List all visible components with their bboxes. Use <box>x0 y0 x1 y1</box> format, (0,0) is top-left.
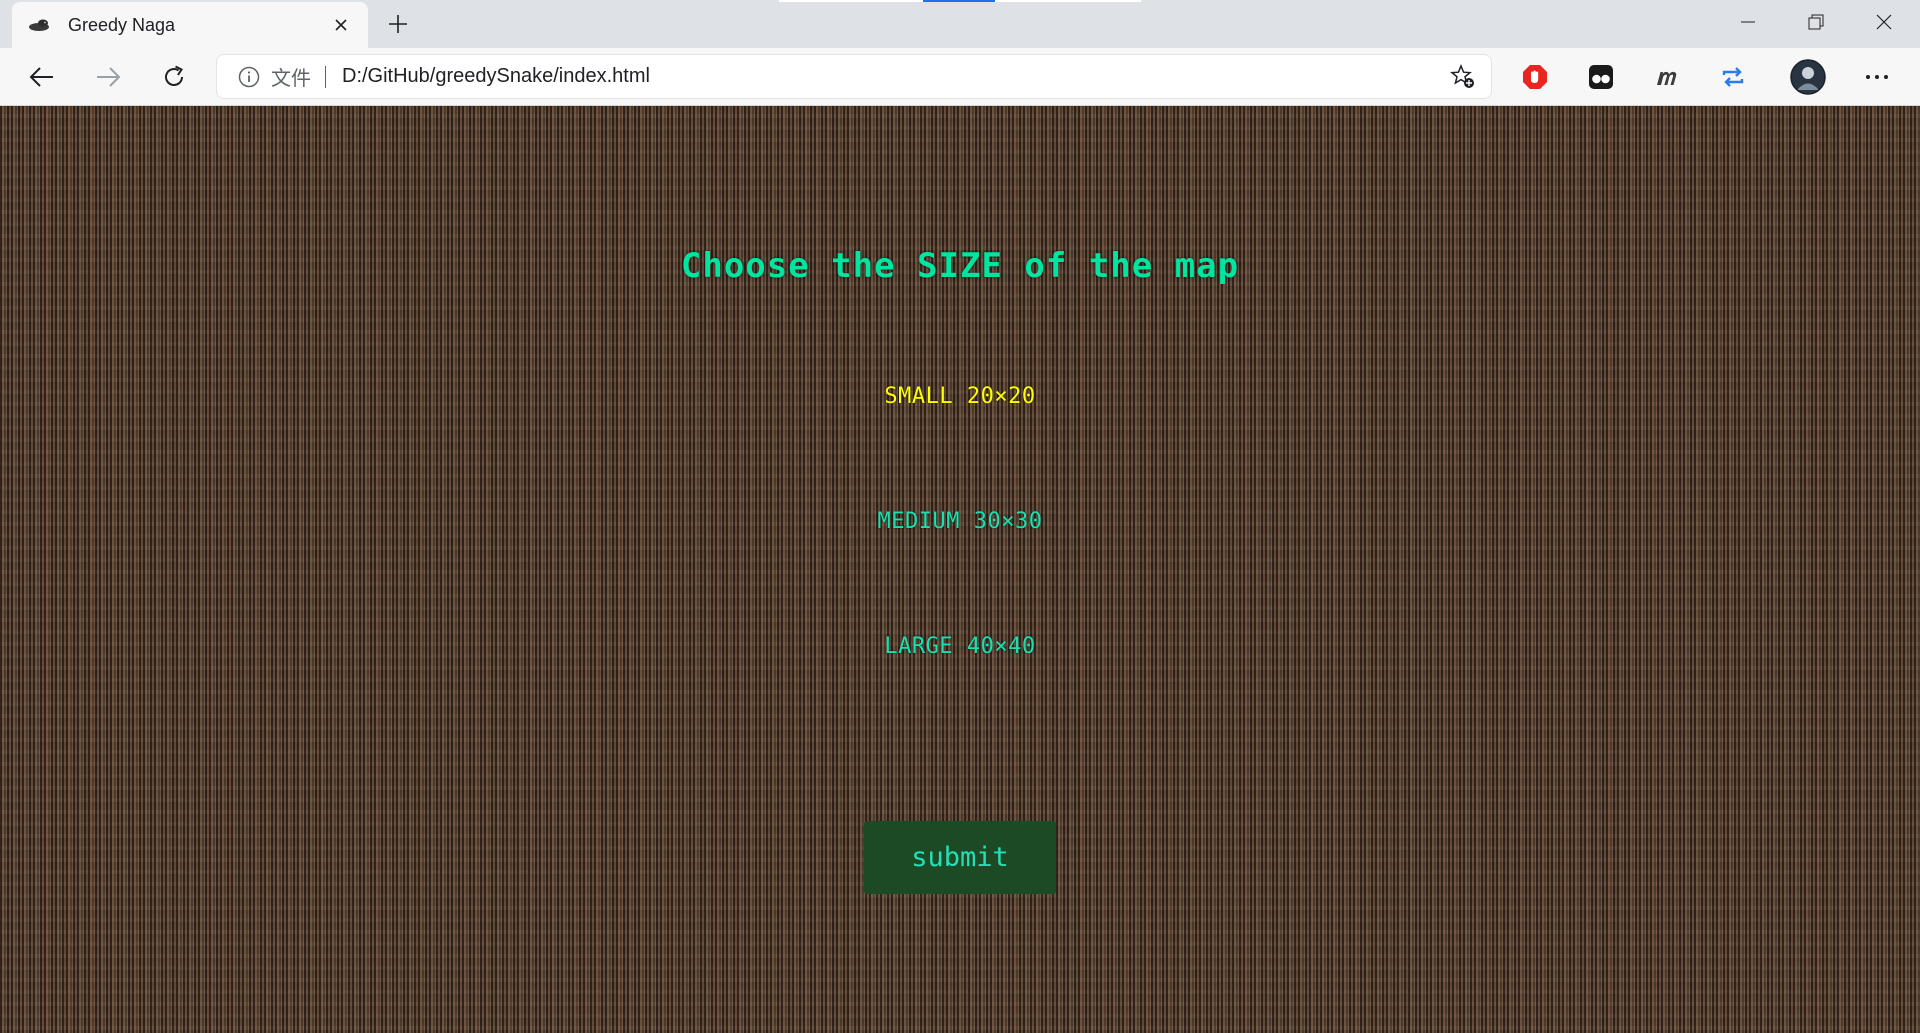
address-separator <box>325 65 326 88</box>
add-favorite-icon[interactable] <box>1445 59 1481 95</box>
plus-icon[interactable] <box>382 8 414 40</box>
window-close-icon[interactable] <box>1850 0 1918 44</box>
snake-favicon-icon <box>28 17 52 33</box>
size-option-small[interactable]: SMALL 20×20 <box>0 384 1920 409</box>
size-option-medium[interactable]: MEDIUM 30×30 <box>0 509 1920 534</box>
page-title: Choose the SIZE of the map <box>680 246 1240 286</box>
minimize-icon[interactable] <box>1714 0 1782 44</box>
address-bar[interactable]: 文件 D:/GitHub/greedySnake/index.html <box>216 54 1492 99</box>
refresh-icon[interactable] <box>154 57 194 97</box>
close-icon[interactable] <box>328 12 354 38</box>
back-icon[interactable] <box>22 57 62 97</box>
loading-indicator-left <box>779 0 923 2</box>
size-option-large[interactable]: LARGE 40×40 <box>0 634 1920 659</box>
browser-tab[interactable]: Greedy Naga <box>12 2 368 48</box>
game-page: Choose the SIZE of the map SMALL 20×20 M… <box>0 106 1920 1033</box>
tab-title: Greedy Naga <box>68 14 176 35</box>
url-text[interactable]: D:/GitHub/greedySnake/index.html <box>342 65 1445 88</box>
m-extension-icon[interactable] <box>1650 60 1684 94</box>
more-icon[interactable] <box>1860 60 1894 94</box>
title-bar: Greedy Naga <box>0 0 1920 48</box>
submit-button[interactable]: submit <box>864 821 1056 894</box>
info-icon[interactable] <box>237 65 261 89</box>
restore-icon[interactable] <box>1782 0 1850 44</box>
loading-indicator-active <box>923 0 995 2</box>
forward-icon[interactable] <box>88 57 128 97</box>
loading-indicator-right <box>995 0 1141 2</box>
tampermonkey-icon[interactable] <box>1584 60 1618 94</box>
scheme-label: 文件 <box>271 68 311 90</box>
browser-toolbar: 文件 D:/GitHub/greedySnake/index.html <box>0 48 1920 106</box>
sync-icon[interactable] <box>1716 60 1750 94</box>
profile-avatar-icon[interactable] <box>1790 59 1826 95</box>
adblock-icon[interactable] <box>1518 60 1552 94</box>
